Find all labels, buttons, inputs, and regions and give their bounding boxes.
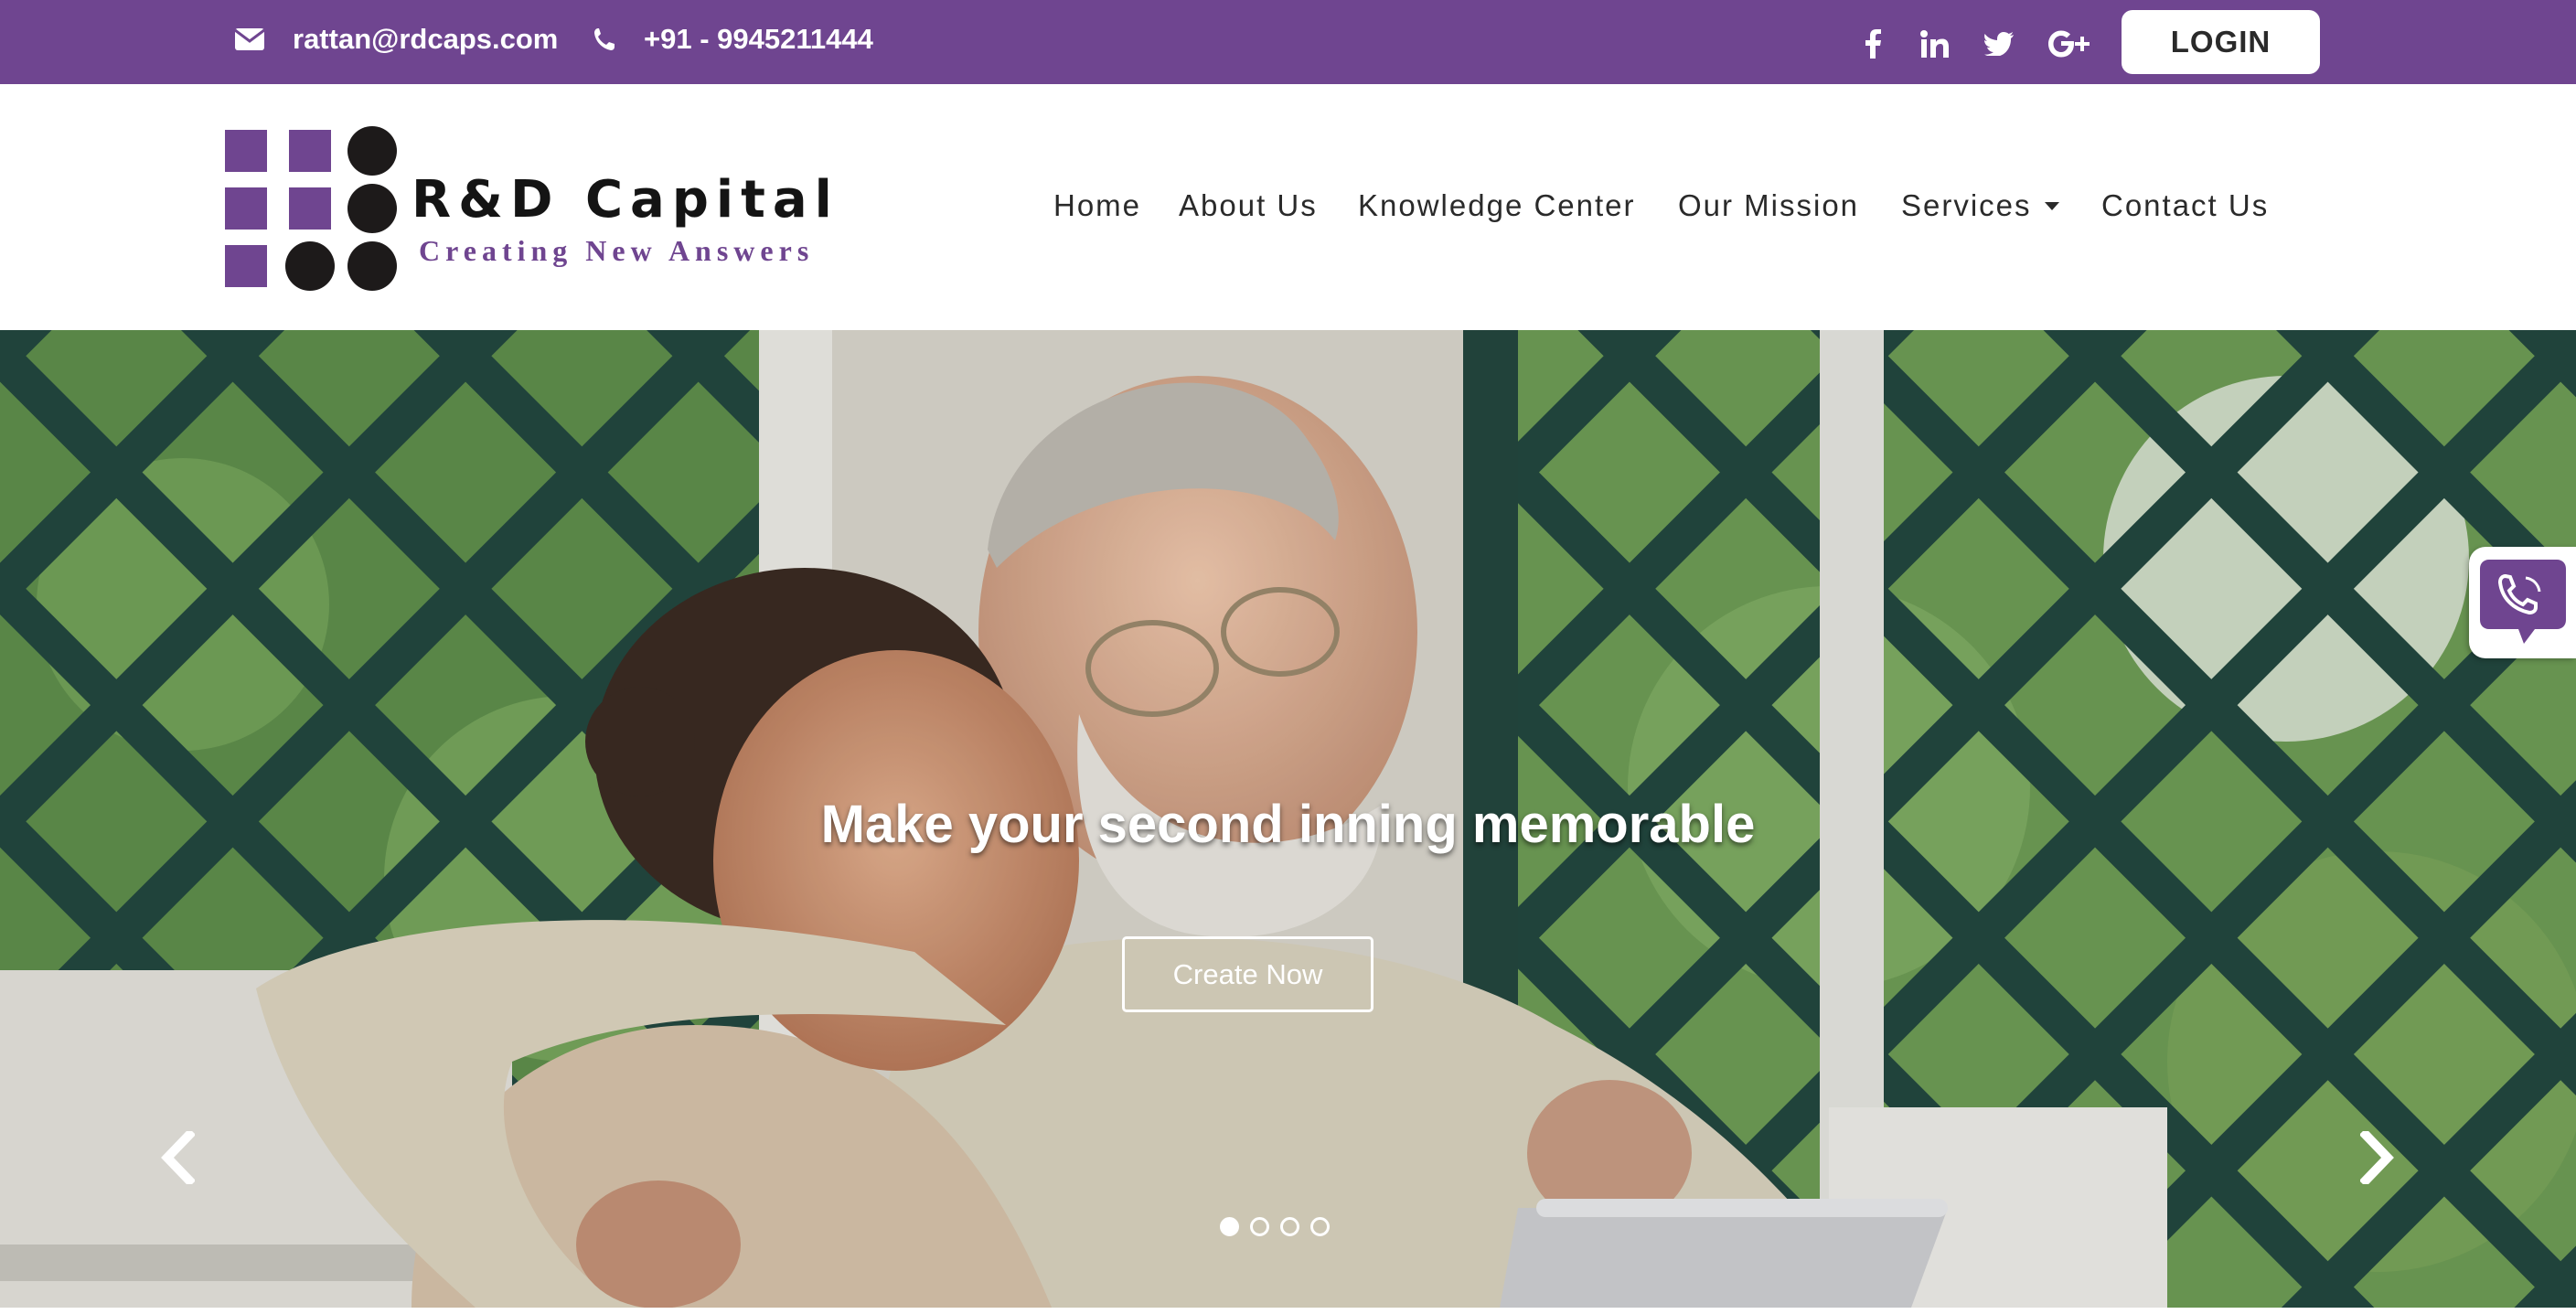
- create-now-button[interactable]: Create Now: [1122, 936, 1374, 1012]
- carousel-indicators: [1220, 1217, 1330, 1236]
- logo[interactable]: R&D Capital Creating New Answers: [223, 124, 854, 298]
- site-header: R&D Capital Creating New Answers Home Ab…: [0, 84, 2576, 330]
- phone-contact[interactable]: +91 - 9945211444: [593, 20, 873, 59]
- nav-contact-us[interactable]: Contact Us: [2101, 185, 2269, 227]
- nav-about-us[interactable]: About Us: [1179, 185, 1318, 227]
- envelope-icon: [234, 26, 265, 53]
- nav-home[interactable]: Home: [1053, 185, 1141, 227]
- carousel-dot-1[interactable]: [1220, 1217, 1239, 1236]
- logo-name: R&D Capital: [412, 170, 839, 230]
- nav-services-label: Services: [1901, 188, 2032, 222]
- carousel-dot-3[interactable]: [1280, 1217, 1299, 1236]
- carousel-dot-4[interactable]: [1310, 1217, 1330, 1236]
- phone-chat-icon: [2480, 560, 2566, 644]
- nav-knowledge-center[interactable]: Knowledge Center: [1358, 185, 1636, 227]
- facebook-icon[interactable]: [1853, 24, 1893, 64]
- carousel-prev-arrow-icon[interactable]: [149, 1126, 204, 1190]
- linkedin-icon[interactable]: [1915, 24, 1955, 64]
- top-contact-bar: rattan@rdcaps.com +91 - 9945211444 LOGIN: [0, 0, 2576, 84]
- login-button[interactable]: LOGIN: [2122, 10, 2320, 74]
- logo-tagline: Creating New Answers: [419, 234, 815, 267]
- carousel-next-arrow-icon[interactable]: [2351, 1126, 2406, 1190]
- caret-down-icon: [2044, 201, 2059, 210]
- google-plus-icon[interactable]: [2047, 24, 2092, 64]
- hero-headline: Make your second inning memorable: [820, 795, 1756, 854]
- call-widget[interactable]: [2469, 547, 2576, 658]
- phone-text[interactable]: +91 - 9945211444: [644, 23, 873, 56]
- phone-icon: [593, 26, 616, 53]
- carousel-dot-2[interactable]: [1250, 1217, 1269, 1236]
- twitter-icon[interactable]: [1979, 24, 2019, 64]
- email-text[interactable]: rattan@rdcaps.com: [293, 23, 558, 56]
- nav-services-dropdown[interactable]: Services: [1901, 185, 2059, 227]
- page-bottom-strip: [0, 1308, 2576, 1314]
- nav-our-mission[interactable]: Our Mission: [1678, 185, 1859, 227]
- email-contact[interactable]: rattan@rdcaps.com: [234, 20, 558, 59]
